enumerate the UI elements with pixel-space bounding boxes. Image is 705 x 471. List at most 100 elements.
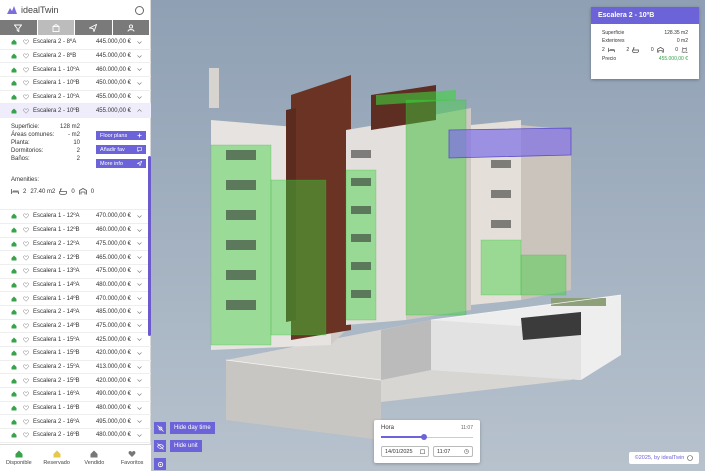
chevron-down-icon[interactable] (137, 54, 142, 59)
tab-send[interactable] (75, 20, 113, 35)
bath-icon (632, 47, 640, 53)
chevron-down-icon[interactable] (137, 296, 142, 301)
heart-icon[interactable] (23, 378, 29, 384)
garage-icon (78, 188, 87, 195)
heart-icon[interactable] (23, 350, 29, 357)
credit-badge[interactable]: ©2025, by idealTwin (629, 452, 699, 464)
heart-icon[interactable] (23, 255, 29, 261)
unit-price: 450.000,00 € (95, 80, 131, 87)
unit-row[interactable]: Escalera 2 - 12ºA 475.000,00 € (0, 238, 151, 252)
chevron-down-icon[interactable] (137, 378, 142, 383)
heart-icon[interactable] (23, 67, 29, 73)
floor-plans-button[interactable]: Floor plans (96, 131, 146, 141)
heart-icon[interactable] (23, 364, 29, 370)
more-info-button[interactable]: More info (96, 159, 146, 169)
tab-building[interactable] (37, 20, 75, 35)
chevron-down-icon[interactable] (137, 351, 142, 356)
chevron-down-icon[interactable] (137, 255, 142, 260)
home-icon (11, 432, 17, 438)
unit-row[interactable]: Escalera 1 - 10ºB 450.000,00 € (0, 77, 151, 91)
unit-row[interactable]: Escalera 1 - 14ºA 480.000,00 € (0, 279, 151, 293)
unit-row[interactable]: Escalera 2 - 10ºA 455.000,00 € (0, 91, 151, 105)
hide-day-time-toggle[interactable]: Hide day time (154, 422, 215, 434)
heart-icon[interactable] (23, 282, 29, 288)
status-vendido[interactable]: Vendido (76, 445, 114, 471)
unit-name: Escalera 2 - 12ºA (33, 240, 80, 247)
unit-row[interactable]: Escalera 1 - 16ºB 480.000,00 € (0, 402, 151, 416)
chevron-down-icon[interactable] (137, 81, 142, 86)
chevron-down-icon[interactable] (137, 433, 142, 438)
settings-button[interactable] (135, 5, 144, 15)
time-input[interactable]: 11:07 (433, 446, 473, 457)
chevron-down-icon[interactable] (137, 269, 142, 274)
unit-row[interactable]: Escalera 1 - 16ºA 490.000,00 € (0, 388, 151, 402)
unit-row[interactable]: Escalera 2 - 15ºB 420.000,00 € (0, 374, 151, 389)
unit-row[interactable]: Escalera 2 - 10ºB 455.000,00 € (0, 104, 151, 119)
heart-icon[interactable] (23, 108, 29, 114)
unit-row[interactable]: Escalera 1 - 14ºB 470.000,00 € (0, 292, 151, 306)
amenities-row: 2 27.40 m2 0 0 (11, 188, 151, 196)
unit-row[interactable]: Escalera 2 - 15ºA 413.000,00 € (0, 361, 151, 375)
unit-row[interactable]: Escalera 1 - 12ºB 460.000,00 € (0, 224, 151, 238)
chevron-down-icon[interactable] (137, 241, 142, 246)
chevron-down-icon[interactable] (137, 282, 142, 287)
chevron-down-icon[interactable] (137, 337, 142, 342)
chevron-down-icon[interactable] (137, 365, 142, 370)
unit-row[interactable]: Escalera 1 - 15ºB 420.000,00 € (0, 347, 151, 361)
chevron-down-icon[interactable] (137, 323, 142, 328)
time-slider[interactable] (381, 434, 473, 440)
status-disponible[interactable]: Disponible (0, 445, 38, 471)
heart-icon (128, 450, 136, 457)
chevron-down-icon[interactable] (137, 419, 142, 424)
tab-user[interactable] (112, 20, 150, 35)
heart-icon[interactable] (23, 337, 29, 343)
heart-icon[interactable] (23, 213, 29, 220)
date-input[interactable]: 14/01/2025 (381, 446, 429, 457)
heart-icon[interactable] (23, 241, 29, 247)
status-reservado[interactable]: Reservado (38, 445, 76, 471)
hide-unit-toggle[interactable]: Hide unit (154, 440, 202, 452)
unit-row[interactable]: Escalera 1 - 12ºA 470.000,00 € (0, 210, 151, 224)
unit-row[interactable]: Escalera 2 - 14ºA 485.000,00 € (0, 306, 151, 320)
unit-row[interactable]: Escalera 1 - 15ºA 425.000,00 € (0, 333, 151, 347)
heart-icon[interactable] (23, 227, 29, 233)
unit-row[interactable]: Escalera 2 - 14ºB 475.000,00 € (0, 320, 151, 334)
unit-price: 490.000,00 € (95, 391, 131, 398)
logo-icon (7, 6, 17, 14)
heart-icon[interactable] (23, 80, 29, 87)
chevron-down-icon[interactable] (137, 67, 142, 72)
heart-icon[interactable] (23, 323, 29, 329)
heart-icon[interactable] (23, 296, 29, 302)
unit-list[interactable]: Escalera 2 - 8ºA 445.000,00 € Escalera 2 -… (0, 36, 151, 444)
time-slider-handle[interactable] (421, 434, 428, 440)
chevron-down-icon[interactable] (137, 95, 142, 100)
heart-icon[interactable] (23, 39, 29, 46)
unit-row[interactable]: Escalera 2 - 16ºB 480.000,00 € (0, 429, 151, 443)
unit-row[interactable]: Escalera 1 - 10ºA 460.000,00 € (0, 63, 151, 78)
chevron-down-icon[interactable] (137, 108, 142, 113)
heart-icon[interactable] (23, 432, 29, 439)
info-price-line: Precio 455.000,00 € (591, 55, 699, 63)
chevron-down-icon[interactable] (137, 214, 142, 219)
unit-row[interactable]: Escalera 2 - 12ºB 465.000,00 € (0, 251, 151, 265)
unit-row[interactable]: Escalera 2 - 16ºA 495.000,00 € (0, 415, 151, 430)
add-fav-button[interactable]: Añadir fav (96, 145, 146, 155)
tab-filter[interactable] (0, 20, 38, 35)
settings-toggle[interactable] (154, 458, 166, 470)
heart-icon[interactable] (23, 53, 29, 59)
unit-row[interactable]: Escalera 2 - 8ºA 445.000,00 € (0, 36, 151, 50)
status-favoritos[interactable]: Favoritos (113, 445, 151, 471)
unit-row[interactable]: Escalera 2 - 8ºB 445.000,00 € (0, 50, 151, 64)
heart-icon[interactable] (23, 405, 29, 411)
heart-icon[interactable] (23, 419, 29, 425)
chevron-down-icon[interactable] (137, 228, 142, 233)
heart-icon[interactable] (23, 268, 29, 274)
unit-row[interactable]: Escalera 1 - 13ºA 475.000,00 € (0, 265, 151, 279)
chevron-down-icon[interactable] (137, 392, 142, 397)
heart-icon[interactable] (23, 94, 29, 100)
chevron-down-icon[interactable] (137, 406, 142, 411)
chevron-down-icon[interactable] (137, 310, 142, 315)
chevron-down-icon[interactable] (137, 40, 142, 45)
heart-icon[interactable] (23, 309, 29, 315)
heart-icon[interactable] (23, 391, 29, 398)
